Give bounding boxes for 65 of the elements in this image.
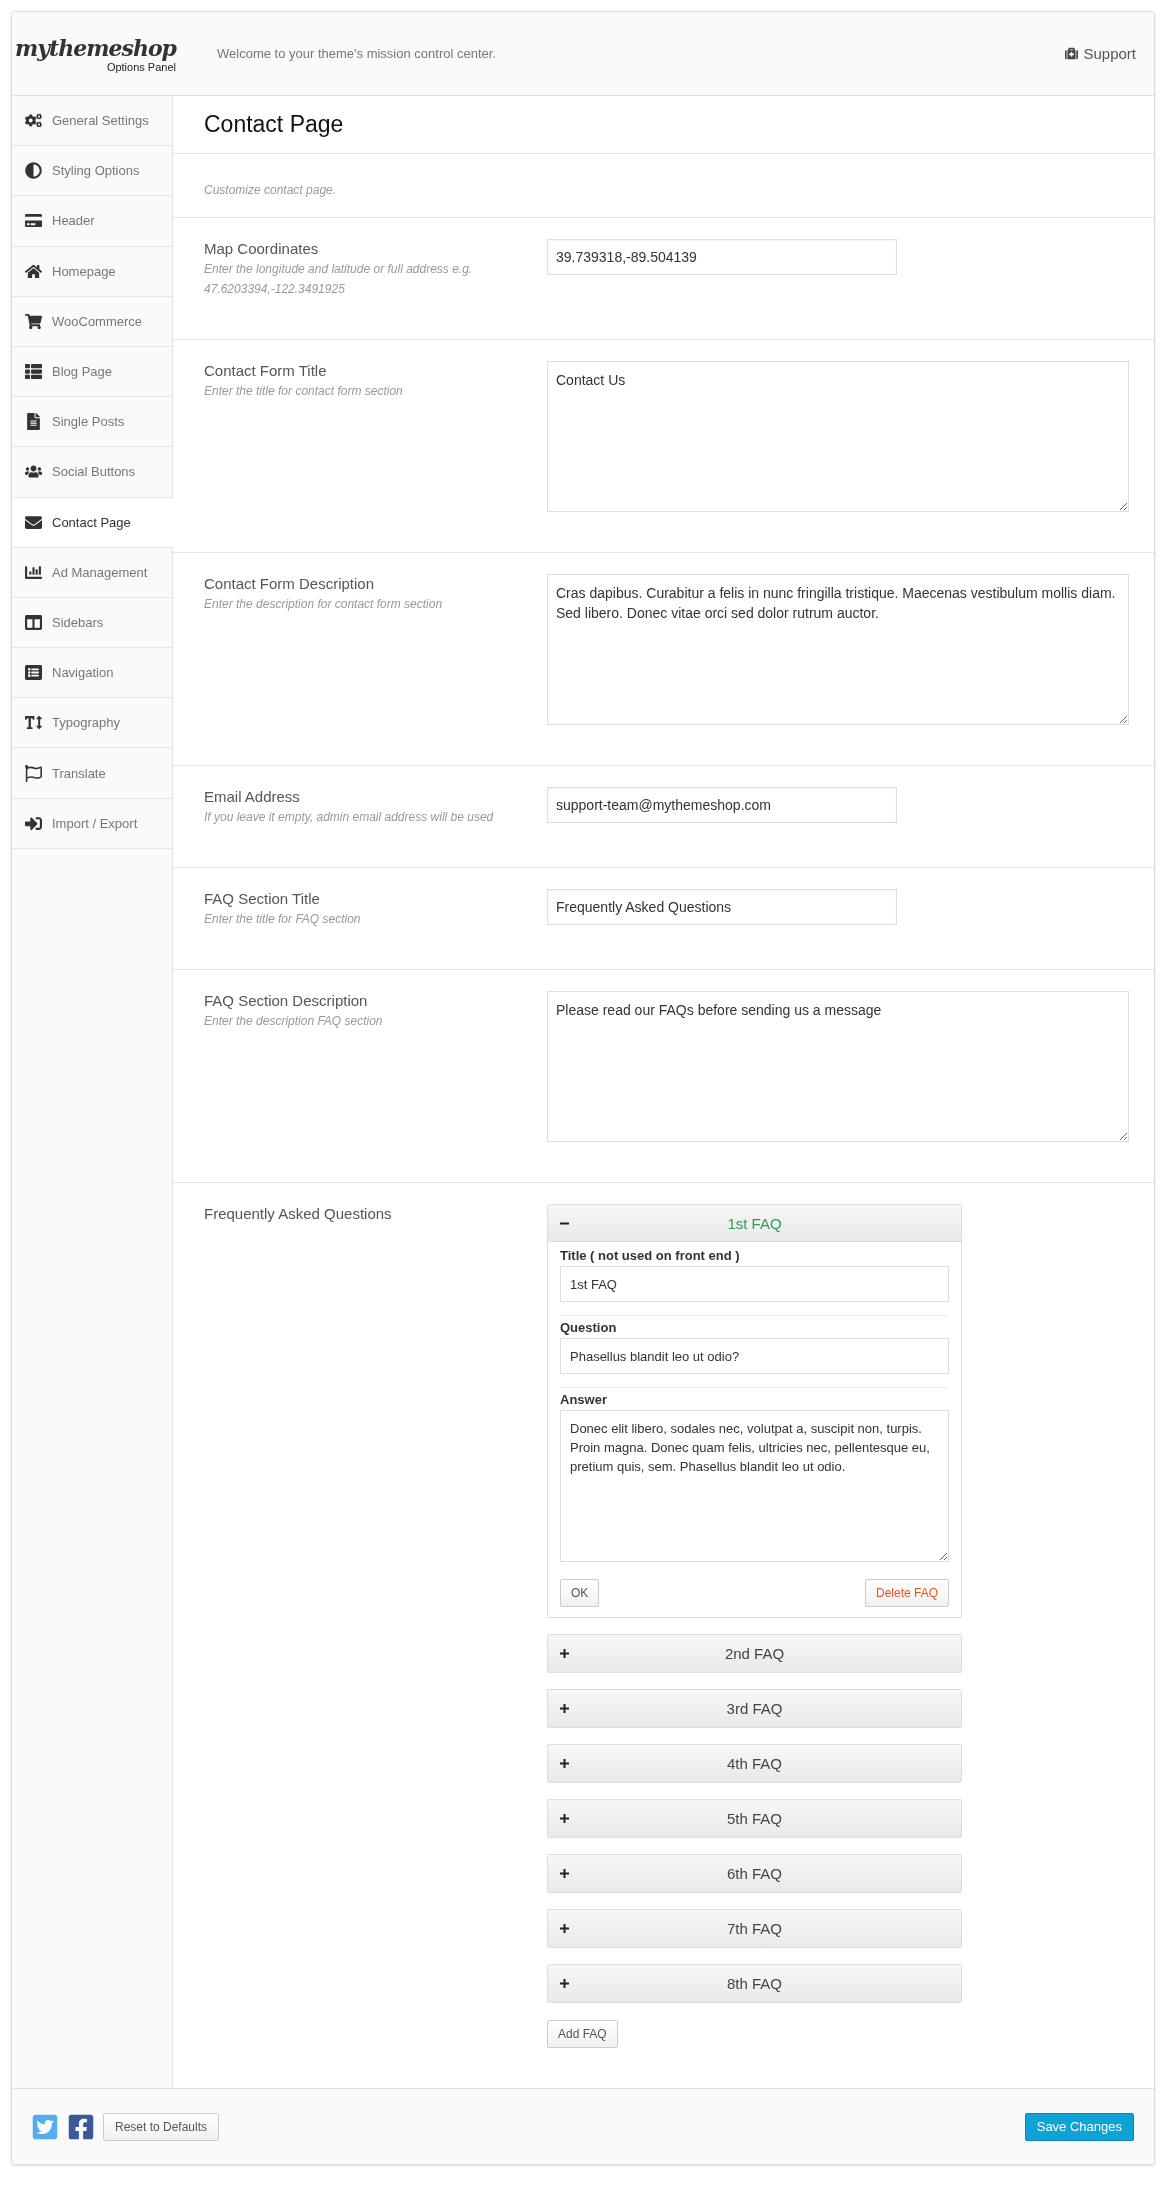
field-label: Contact Form Title [204, 361, 328, 381]
text-field[interactable]: Frequently Asked Questions [547, 889, 897, 925]
home-icon [25, 262, 42, 280]
support-link[interactable]: Support [1065, 45, 1136, 62]
reset-button[interactable]: Reset to Defaults [103, 2112, 220, 2141]
gears-icon [25, 112, 42, 130]
plus-icon [560, 1924, 569, 1933]
plus-icon [560, 1814, 569, 1823]
field-hint: Enter the title for FAQ section [204, 911, 362, 928]
page-description: Customize contact page. [204, 181, 337, 199]
card-icon [25, 212, 42, 230]
text-area[interactable]: Contact Us [547, 361, 1129, 512]
list-icon [25, 363, 42, 381]
logo: mythemeshop [15, 34, 176, 61]
contrast-icon [25, 162, 42, 180]
field-hint: Enter the description for contact form section [204, 596, 444, 613]
field-hint: If you leave it empty, admin email address will be used [204, 809, 495, 826]
facebook-icon[interactable] [67, 2112, 95, 2141]
plus-icon [560, 1704, 569, 1713]
faq-header[interactable]: 3rd FAQ [548, 1690, 961, 1727]
field-label: FAQ Section Description [204, 991, 369, 1011]
ok-button[interactable]: OK [560, 1579, 600, 1607]
field-hint: Enter the title for contact form section [204, 383, 404, 400]
sign-in-icon [25, 814, 42, 832]
columns-icon [25, 613, 42, 631]
logo-subtitle: Options Panel [106, 60, 176, 73]
plus-icon [560, 1979, 569, 1988]
envelope-icon [25, 513, 42, 531]
faq-header[interactable]: 6th FAQ [548, 1855, 961, 1892]
text-field[interactable]: 39.739318,-89.504139 [547, 239, 897, 275]
text-field[interactable]: support-team@mythemeshop.com [547, 787, 897, 823]
list-icon [25, 664, 42, 682]
field-label: Frequently Asked Questions [204, 1204, 393, 1224]
medkit-icon [1065, 47, 1079, 60]
faq-header[interactable]: 4th FAQ [548, 1745, 961, 1782]
text-field[interactable]: 1st FAQ [560, 1266, 949, 1302]
text-area[interactable]: Donec elit libero, sodales nec, volutpat a, suscipit non, turpis. Proin magna. Donec quam felis, ultricies nec, pellentesque eu, pretium quis, sem. Phasellus blandit leo ut odio. [560, 1410, 949, 1562]
document-icon [25, 413, 42, 431]
faq-header[interactable]: 8th FAQ [548, 1965, 961, 2002]
plus-icon [560, 1759, 569, 1768]
field-label: Contact Form Description [204, 574, 376, 594]
field-label: Title ( not used on front end ) [560, 1248, 741, 1263]
welcome-text: Welcome to your theme's mission control center. [217, 46, 497, 61]
field-label: Answer [560, 1392, 608, 1407]
field-label: Question [560, 1320, 618, 1335]
flag-icon [25, 764, 42, 782]
text-area[interactable]: Cras dapibus. Curabitur a felis in nunc fringilla tristique. Maecenas vestibulum mollis diam. Sed libero. Donec vitae orci sed dolor rutrum auctor. [547, 574, 1129, 725]
faq-header[interactable]: 7th FAQ [548, 1910, 961, 1947]
plus-icon [560, 1869, 569, 1878]
text-area[interactable]: Please read our FAQs before sending us a message [547, 991, 1129, 1142]
plus-icon [560, 1649, 569, 1658]
faq-header[interactable]: 5th FAQ [548, 1800, 961, 1837]
field-label: Email Address [204, 787, 301, 807]
bar-chart-icon [25, 563, 42, 581]
field-label: FAQ Section Title [204, 889, 321, 909]
text-field[interactable]: Phasellus blandit leo ut odio? [560, 1338, 949, 1374]
page-title: Contact Page [204, 111, 344, 138]
sidebar-item[interactable]: Contact Page [12, 497, 173, 548]
add-faq-button[interactable]: Add FAQ [547, 2020, 618, 2048]
field-hint: Enter the description FAQ section [204, 1013, 384, 1030]
cart-icon [25, 312, 42, 330]
text-icon [25, 714, 42, 732]
field-label: Map Coordinates [204, 239, 320, 259]
faq-header[interactable]: 2nd FAQ [548, 1635, 961, 1672]
field-hint: Enter the longitude and latitude or full address e.g. 47.6203394,-122.3491925 [204, 261, 474, 298]
